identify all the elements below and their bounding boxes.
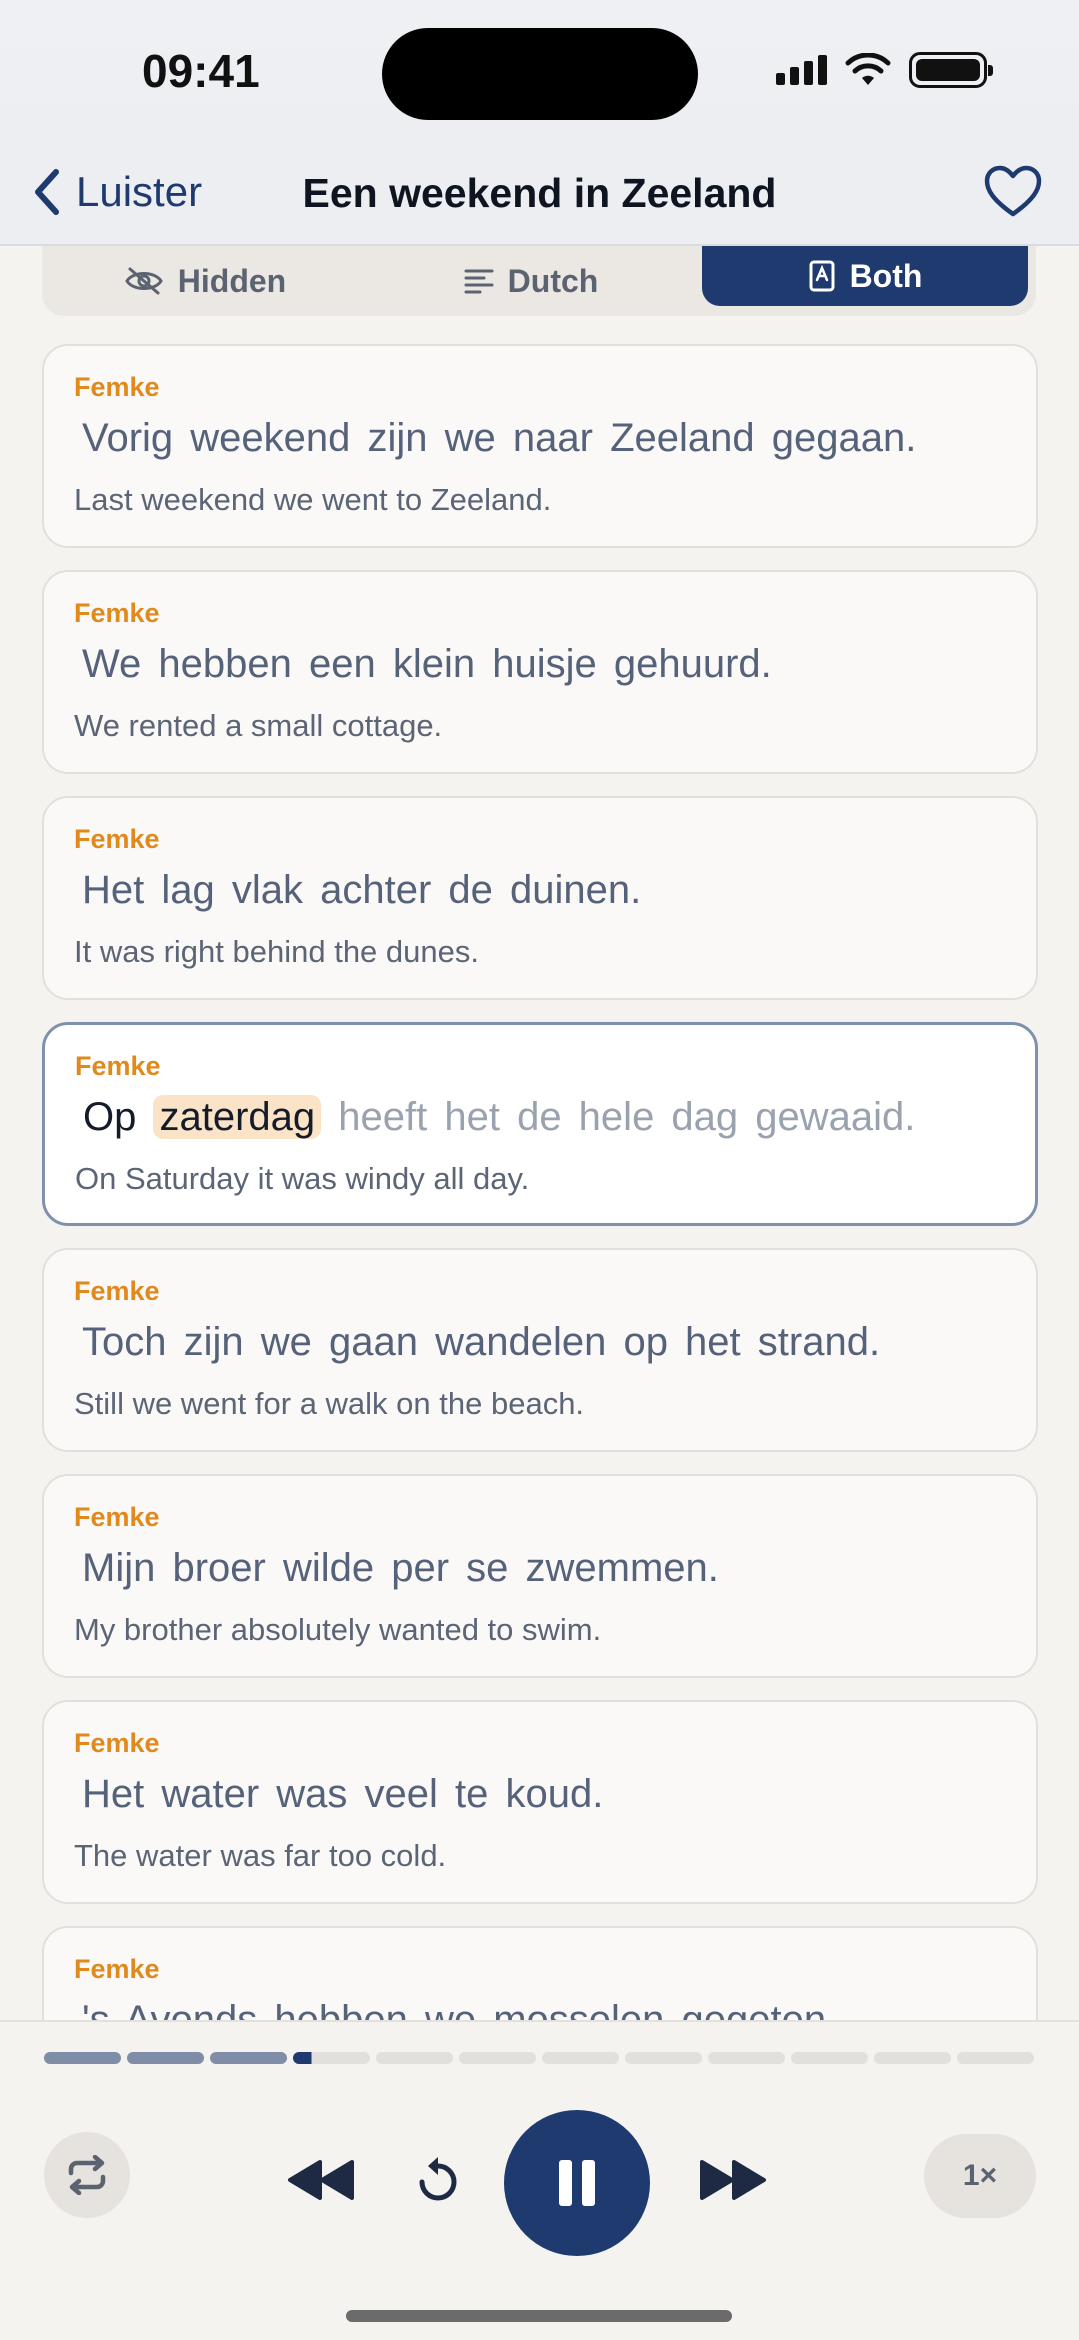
battery-icon bbox=[909, 52, 993, 88]
dutch-sentence: Vorig weekend zijn we naar Zeeland gegaa… bbox=[82, 416, 917, 460]
english-translation: The water was far too cold. bbox=[74, 1838, 447, 1873]
status-bar: 09:41 bbox=[0, 0, 1079, 150]
previous-line-button[interactable] bbox=[284, 2142, 360, 2218]
speaker-name: Femke bbox=[74, 598, 160, 628]
dutch-sentence: Het lag vlak achter de duinen. bbox=[82, 868, 642, 912]
transcript-line-7[interactable]: Femke Het water was veel te koud. The wa… bbox=[42, 1700, 1038, 1904]
repeat-icon bbox=[68, 2155, 106, 2195]
page-title: Een weekend in Zeeland bbox=[302, 170, 777, 216]
book-icon bbox=[809, 260, 835, 292]
progress-bar[interactable] bbox=[44, 2052, 1034, 2064]
progress-segment[interactable] bbox=[957, 2052, 1034, 2064]
next-line-button[interactable] bbox=[694, 2142, 770, 2218]
progress-segment[interactable] bbox=[708, 2052, 785, 2064]
display-mode-selector: Hidden Dutch Both bbox=[42, 246, 1036, 316]
navigation-bar: Luister Een weekend in Zeeland bbox=[0, 150, 1079, 246]
dutch-sentence: We hebben een klein huisje gehuurd. bbox=[82, 642, 772, 686]
progress-segment[interactable] bbox=[625, 2052, 702, 2064]
speaker-name: Femke bbox=[74, 372, 160, 402]
mode-hidden-tab[interactable]: Hidden bbox=[42, 246, 368, 316]
speaker-name: Femke bbox=[74, 1954, 160, 1984]
transcript-line-2[interactable]: Femke We hebben een klein huisje gehuurd… bbox=[42, 570, 1038, 774]
dutch-sentence: Op zaterdag heeft het de hele dag gewaai… bbox=[83, 1095, 915, 1140]
favorite-button[interactable] bbox=[981, 160, 1045, 229]
mode-dutch-label: Dutch bbox=[507, 262, 599, 299]
playback-speed-button[interactable]: 1× bbox=[924, 2134, 1036, 2218]
eye-slash-icon bbox=[125, 267, 163, 295]
progress-segment[interactable] bbox=[376, 2052, 453, 2064]
pause-button[interactable] bbox=[504, 2110, 650, 2256]
repeat-button[interactable] bbox=[44, 2132, 130, 2218]
transcript-line-6[interactable]: Femke Mijn broer wilde per se zwemmen. M… bbox=[42, 1474, 1038, 1678]
spoken-words: Op bbox=[83, 1095, 137, 1139]
replay-icon bbox=[419, 2157, 457, 2201]
english-translation: Still we went for a walk on the beach. bbox=[74, 1386, 585, 1421]
mode-both-label: Both bbox=[849, 257, 923, 294]
home-indicator[interactable] bbox=[346, 2310, 732, 2322]
pause-icon bbox=[559, 2160, 595, 2206]
audio-player: 1× bbox=[0, 2020, 1079, 2340]
progress-segment[interactable] bbox=[293, 2052, 370, 2064]
speaker-name: Femke bbox=[74, 1728, 160, 1758]
transcript-line-4-active[interactable]: Femke Op zaterdag heeft het de hele dag … bbox=[42, 1022, 1038, 1226]
dutch-sentence: Toch zijn we gaan wandelen op het strand… bbox=[82, 1320, 881, 1364]
heart-icon bbox=[984, 165, 1042, 217]
dynamic-island bbox=[382, 28, 698, 120]
speaker-name: Femke bbox=[74, 1276, 160, 1306]
status-time: 09:41 bbox=[142, 45, 260, 97]
upcoming-words: heeft het de hele dag gewaaid. bbox=[338, 1095, 916, 1139]
mode-both-tab[interactable]: Both bbox=[702, 246, 1028, 306]
english-translation: My brother absolutely wanted to swim. bbox=[74, 1612, 602, 1647]
dutch-sentence: Mijn broer wilde per se zwemmen. bbox=[82, 1546, 719, 1590]
progress-segment[interactable] bbox=[874, 2052, 951, 2064]
english-translation: Last weekend we went to Zeeland. bbox=[74, 482, 552, 517]
progress-segment[interactable] bbox=[791, 2052, 868, 2064]
fast-forward-icon bbox=[700, 2160, 766, 2200]
transcript-line-5[interactable]: Femke Toch zijn we gaan wandelen op het … bbox=[42, 1248, 1038, 1452]
wifi-icon bbox=[845, 53, 891, 85]
mode-dutch-tab[interactable]: Dutch bbox=[368, 246, 694, 316]
speaker-name: Femke bbox=[74, 1502, 160, 1532]
english-translation: We rented a small cottage. bbox=[74, 708, 443, 743]
progress-segment[interactable] bbox=[459, 2052, 536, 2064]
speaker-name: Femke bbox=[75, 1051, 161, 1081]
progress-segment[interactable] bbox=[127, 2052, 204, 2064]
cellular-signal-icon bbox=[776, 55, 827, 85]
text-lines-icon bbox=[464, 269, 494, 294]
status-icons bbox=[776, 52, 993, 88]
transcript-line-1[interactable]: Femke Vorig weekend zijn we naar Zeeland… bbox=[42, 344, 1038, 548]
rewind-icon bbox=[288, 2160, 354, 2200]
current-word-highlight: zaterdag bbox=[153, 1095, 322, 1139]
replay-button[interactable] bbox=[404, 2144, 472, 2216]
english-translation: On Saturday it was windy all day. bbox=[75, 1161, 530, 1196]
speaker-name: Femke bbox=[74, 824, 160, 854]
dutch-sentence: Het water was veel te koud. bbox=[82, 1772, 604, 1816]
progress-segment[interactable] bbox=[542, 2052, 619, 2064]
transcript-line-3[interactable]: Femke Het lag vlak achter de duinen. It … bbox=[42, 796, 1038, 1000]
mode-hidden-label: Hidden bbox=[177, 262, 287, 299]
progress-segment[interactable] bbox=[210, 2052, 287, 2064]
progress-segment[interactable] bbox=[44, 2052, 121, 2064]
english-translation: It was right behind the dunes. bbox=[74, 934, 479, 969]
